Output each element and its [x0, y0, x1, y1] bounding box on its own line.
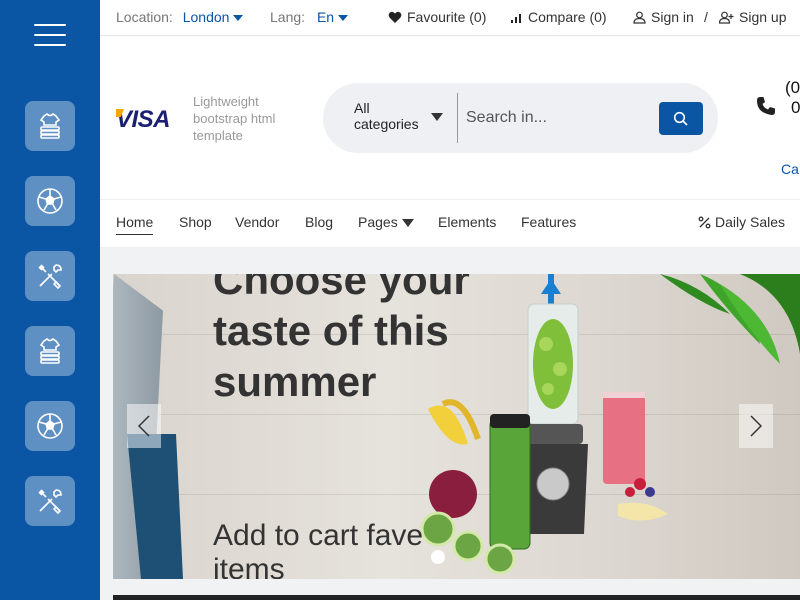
language-selector[interactable]: Lang: En [270, 9, 349, 25]
shirt-stack-icon [39, 112, 61, 139]
football-icon [37, 413, 63, 439]
nav-features[interactable]: Features [521, 214, 576, 230]
location-value: London [182, 9, 230, 25]
sidebar-item-tools[interactable] [25, 251, 75, 301]
location-selector[interactable]: Location: London [116, 9, 244, 25]
chevron-right-icon [750, 415, 762, 437]
main-nav: Home Shop Vendor Blog Pages Elements Fea… [100, 200, 800, 248]
category-line-1: All [354, 100, 370, 116]
logo-text: VISA [116, 106, 171, 133]
tools-icon [38, 264, 62, 290]
percent-icon [698, 216, 711, 229]
phone-number-line-2: 0 [791, 98, 800, 117]
phone-number[interactable]: (0 0 [785, 78, 800, 118]
daily-sales-link[interactable]: Daily Sales [698, 214, 785, 230]
search-bar: All categories [323, 83, 718, 153]
nav-blog[interactable]: Blog [305, 214, 333, 230]
location-label: Location: [116, 9, 173, 25]
top-bar: Location: London Lang: En Favourite (0) … [100, 0, 800, 36]
heart-icon [388, 11, 402, 23]
chevron-left-icon [138, 415, 150, 437]
search-icon [673, 111, 688, 126]
signin-label: Sign in [651, 9, 694, 25]
shirt-stack-icon [39, 337, 61, 364]
hero-banner: Choose your taste of this summer Add to … [113, 274, 800, 579]
chevron-down-icon [401, 219, 414, 228]
lang-label: Lang: [270, 9, 306, 25]
signup-label: Sign up [739, 9, 787, 25]
phone-icon [757, 97, 775, 115]
phone-number-line-1: (0 [785, 78, 800, 97]
auth-separator: / [704, 9, 708, 25]
hero-title: Choose your taste of this summer [213, 274, 470, 405]
add-user-icon [719, 11, 734, 24]
chevron-down-icon [338, 15, 349, 22]
nav-pages-label: Pages [358, 214, 398, 230]
daily-sales-label: Daily Sales [715, 214, 786, 230]
carousel-prev-button[interactable] [127, 404, 161, 448]
signup-link[interactable]: Sign up [719, 9, 786, 25]
search-divider [457, 93, 458, 143]
sidebar-item-apparel-2[interactable] [25, 326, 75, 376]
search-input[interactable] [466, 106, 646, 130]
tools-icon [38, 489, 62, 515]
signin-link[interactable]: Sign in [633, 9, 694, 25]
category-line-2: categories [354, 116, 419, 132]
favourite-link[interactable]: Favourite (0) [388, 9, 486, 25]
cart-link[interactable]: Ca [781, 161, 799, 177]
carousel-next-button[interactable] [739, 404, 773, 448]
sidebar [0, 0, 100, 600]
carousel-dot[interactable] [431, 550, 445, 564]
sidebar-item-sports-2[interactable] [25, 401, 75, 451]
category-select[interactable]: All categories [354, 100, 434, 132]
compare-label: Compare (0) [528, 9, 607, 25]
chevron-down-icon [431, 113, 443, 121]
header: VISA Lightweight bootstrap html template… [100, 36, 800, 200]
sidebar-item-apparel[interactable] [25, 101, 75, 151]
football-icon [37, 188, 63, 214]
compare-link[interactable]: Compare (0) [510, 9, 607, 25]
chevron-down-icon [233, 15, 244, 22]
nav-vendor[interactable]: Vendor [235, 214, 279, 230]
favourite-label: Favourite (0) [407, 9, 487, 25]
bar-chart-icon [511, 14, 521, 23]
tagline: Lightweight bootstrap html template [193, 94, 276, 143]
hero-subtitle: Add to cart fave items [213, 519, 424, 579]
menu-icon[interactable] [34, 24, 66, 50]
nav-home[interactable]: Home [116, 214, 154, 235]
lang-value: En [316, 9, 335, 25]
nav-shop[interactable]: Shop [179, 214, 212, 230]
search-button[interactable] [659, 102, 703, 135]
sidebar-item-tools-2[interactable] [25, 476, 75, 526]
next-section-edge [113, 595, 800, 600]
user-icon [633, 11, 646, 24]
logo[interactable]: VISA [116, 106, 171, 134]
sidebar-item-sports[interactable] [25, 176, 75, 226]
nav-elements[interactable]: Elements [438, 214, 496, 230]
nav-pages[interactable]: Pages [358, 214, 414, 230]
